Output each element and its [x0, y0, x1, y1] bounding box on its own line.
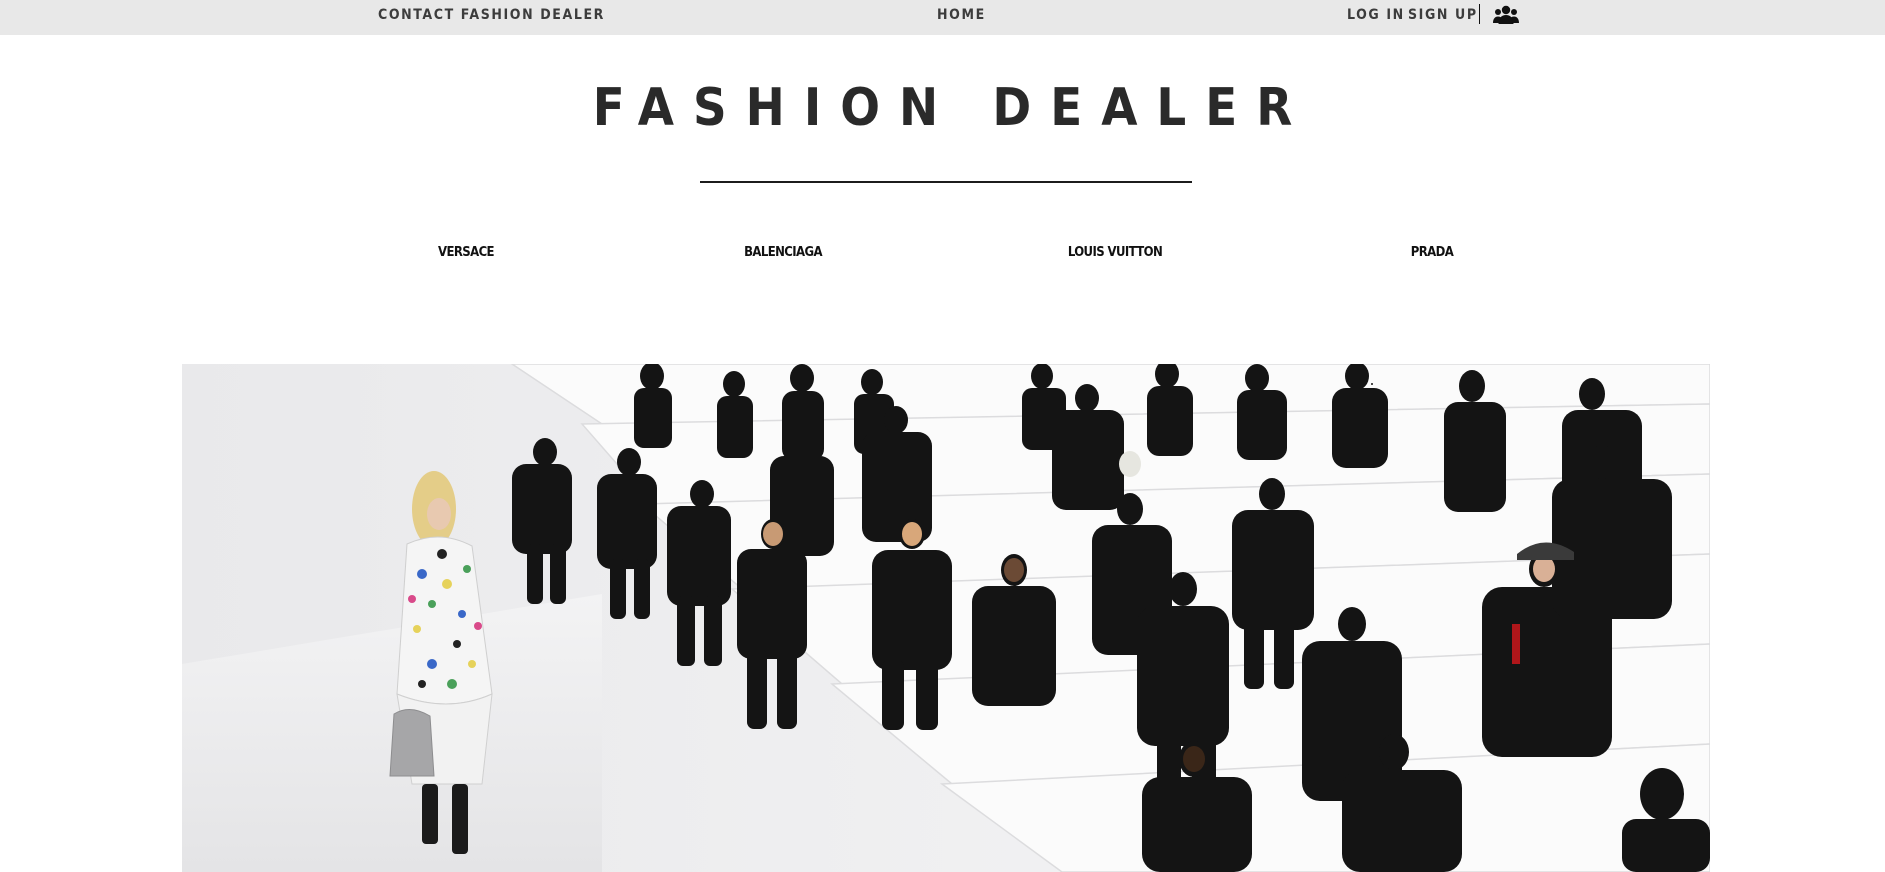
signup-link[interactable]: SIGN UP — [1408, 0, 1478, 30]
members-icon[interactable] — [1493, 4, 1519, 26]
hero-image — [182, 364, 1710, 872]
contact-link[interactable]: CONTACT FASHION DEALER — [378, 0, 605, 30]
brand-link-balenciaga[interactable]: BALENCIAGA — [744, 243, 822, 263]
topbar-divider — [1479, 4, 1480, 24]
title-underline — [700, 181, 1192, 183]
login-link[interactable]: LOG IN — [1347, 0, 1405, 30]
brand-link-versace[interactable]: VERSACE — [438, 243, 495, 263]
top-bar: CONTACT FASHION DEALER HOME LOG IN SIGN … — [0, 0, 1885, 35]
brand-link-louis-vuitton[interactable]: LOUIS VUITTON — [1068, 243, 1163, 263]
brand-link-prada[interactable]: PRADA — [1411, 243, 1454, 263]
home-link[interactable]: HOME — [937, 0, 986, 30]
site-title: FASHION DEALER — [592, 78, 1312, 138]
